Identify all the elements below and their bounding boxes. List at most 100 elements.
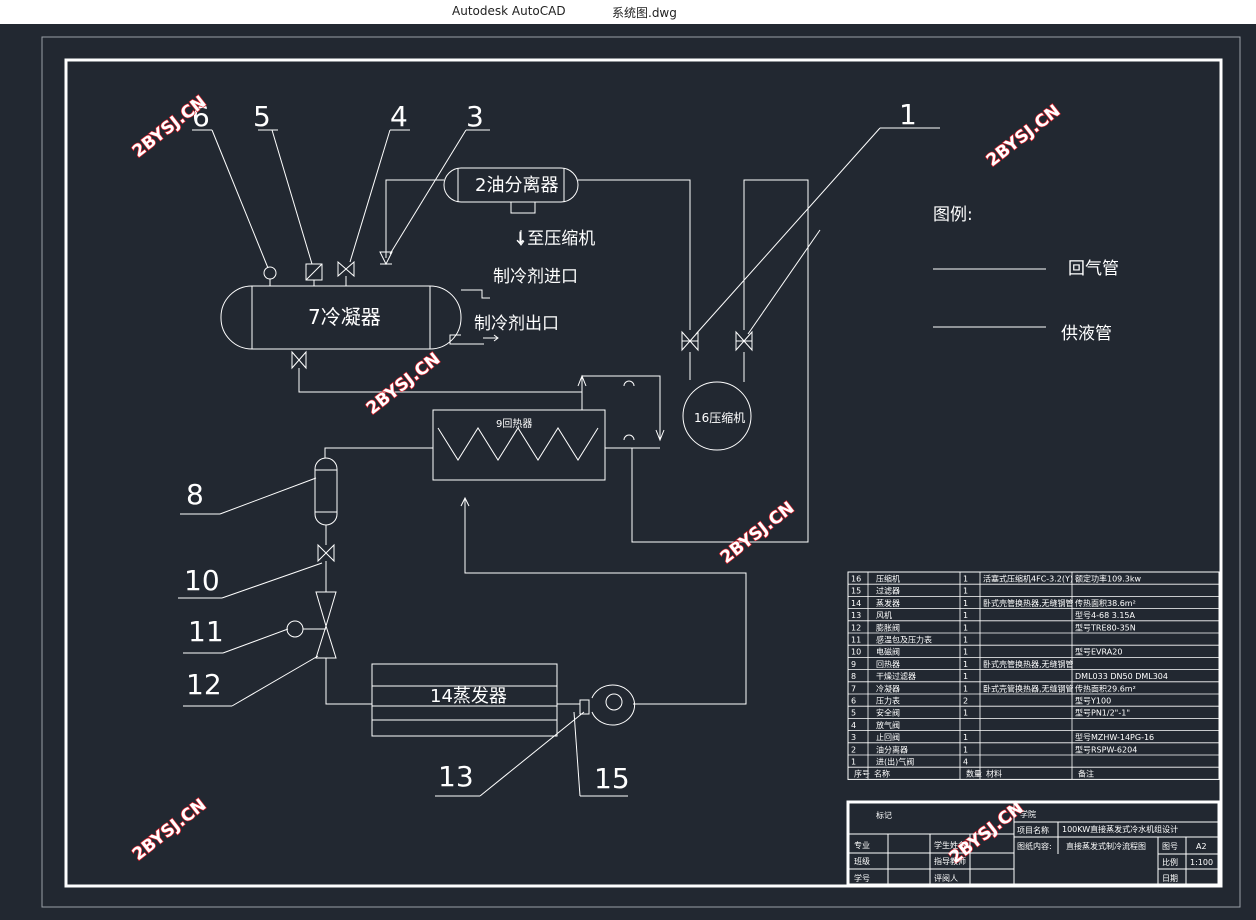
table-cell: 传热面积38.6m² (1075, 598, 1136, 608)
table-cell: 压力表 (876, 696, 900, 706)
title-block-text: 标记 (876, 810, 892, 820)
title-block-text: 班级 (854, 856, 870, 866)
table-cell: 10 (851, 648, 861, 657)
table-cell: 9 (851, 660, 856, 669)
title-block-text: 指导教师 (934, 856, 966, 866)
table-cell: 1 (963, 745, 968, 754)
table-cell: 蒸发器 (876, 598, 900, 608)
table-cell: 膨胀阀 (876, 622, 900, 632)
table-cell: 干燥过滤器 (876, 671, 916, 681)
table-cell: 7 (851, 684, 856, 693)
table-cell: 风机 (876, 610, 892, 620)
title-block-text: 专业 (854, 840, 870, 850)
table-cell: 1 (963, 684, 968, 693)
table-cell: 1 (963, 587, 968, 596)
app-name: Autodesk AutoCAD (452, 4, 566, 18)
table-cell: 1 (963, 599, 968, 608)
table-cell: 传热面积29.6m² (1075, 683, 1136, 693)
watermark: 2BYSJ.CN (717, 498, 799, 568)
table-header-cell: 材料 (986, 769, 1002, 779)
table-cell: 1 (963, 672, 968, 681)
title-block-text: 100KW直接蒸发式冷水机组设计 (1062, 824, 1178, 834)
flow-diagram (178, 127, 1046, 797)
callout-8: 8 (186, 478, 204, 511)
table-cell: 型号4-68 3.15A (1075, 611, 1136, 620)
table-cell: 1 (963, 575, 968, 584)
watermark: 2BYSJ.CN (983, 101, 1065, 171)
title-block-text: 项目名称 (1017, 825, 1049, 835)
title-block: 标记 学院项目名称 100KW直接蒸发式冷水机组设计图纸内容: 直接蒸发式制冷流程图 图… (846, 800, 1221, 887)
title-block-text: 评阅人 (934, 874, 958, 883)
title-bar: Autodesk AutoCAD 系统图.dwg (0, 0, 1256, 24)
callout-4: 4 (390, 100, 408, 133)
title-block-text: 学院 (1020, 809, 1036, 819)
regenerator-label: 9回热器 (496, 417, 532, 430)
filter-drier-8 (314, 457, 338, 526)
table-cell: 油分离器 (876, 744, 908, 754)
title-block-text: 图纸内容: (1017, 841, 1052, 851)
title-block-text: 日期 (1162, 874, 1178, 883)
evaporator-label: 14蒸发器 (430, 686, 507, 707)
title-block-text: A2 (1196, 842, 1207, 851)
expansion-valve-12 (315, 591, 337, 628)
table-cell: 1 (963, 648, 968, 657)
table-cell: 冷凝器 (876, 683, 900, 693)
table-cell: 11 (851, 636, 861, 645)
parts-list-table: 16 压缩机 1 活塞式压缩机4FC-3.2(Y) 额定功率109.3kw15 过滤器 11… (847, 571, 1220, 780)
table-cell: DML033 DN50 DML304 (1075, 672, 1168, 681)
table-cell: 压缩机 (876, 574, 900, 584)
watermark: 2BYSJ.CN (363, 349, 445, 419)
legend-liquid-supply: 供液管 (1061, 324, 1112, 344)
table-cell: 额定功率109.3kw (1075, 574, 1142, 584)
table-cell: 感温包及压力表 (876, 635, 932, 645)
compressor-label: 16压缩机 (694, 410, 745, 425)
table-cell: 15 (851, 587, 861, 596)
condenser-outlet-valve (291, 350, 307, 370)
table-cell: 安全阀 (876, 708, 900, 718)
table-cell: 止回阀 (876, 732, 900, 742)
filter-15 (579, 699, 590, 715)
condenser-label: 7冷凝器 (308, 305, 381, 329)
table-cell: 型号Y100 (1075, 697, 1111, 706)
table-cell: 型号EVRA20 (1075, 648, 1122, 657)
refrigerant-outlet-note: 制冷剂出口 (474, 314, 559, 334)
legend-title: 图例: (933, 205, 973, 225)
table-cell: 1 (963, 611, 968, 620)
table-cell: 3 (851, 733, 856, 742)
vent-valve-4 (337, 260, 355, 278)
table-cell: 型号MZHW-14PG-16 (1075, 733, 1154, 742)
table-cell: 2 (963, 697, 968, 706)
table-cell: 1 (963, 636, 968, 645)
table-cell: 4 (963, 758, 968, 767)
table-cell: 放气阀 (876, 720, 900, 730)
title-block-text: 直接蒸发式制冷流程图 (1066, 841, 1146, 851)
outer-frame (41, 36, 1241, 908)
legend-return-gas: 回气管 (1068, 259, 1119, 279)
file-tab[interactable]: 系统图.dwg (612, 4, 677, 21)
table-cell: 型号RSPW-6204 (1075, 745, 1137, 754)
callout-13: 13 (438, 760, 474, 793)
pressure-gauge-6 (263, 266, 277, 280)
title-block-text: 比例 (1162, 857, 1178, 867)
table-cell: 1 (963, 623, 968, 632)
table-cell: 1 (851, 758, 856, 767)
table-cell: 1 (963, 660, 968, 669)
title-block-text: 图号 (1162, 842, 1178, 851)
table-cell: 卧式壳管换热器,无缝钢管 (983, 683, 1074, 693)
table-cell: 回热器 (876, 659, 900, 669)
table-cell: 2 (851, 745, 856, 754)
drawing-canvas[interactable]: 1 2油分离器 3 4 5 6 8 10 11 12 13 15 7冷凝器 9回… (0, 24, 1256, 920)
table-cell: 过滤器 (876, 586, 900, 596)
callout-12: 12 (186, 668, 222, 701)
table-cell: 5 (851, 709, 856, 718)
title-block-text: 学生姓名 (934, 840, 966, 850)
to-compressor-note: ↓至压缩机 (513, 229, 595, 249)
table-cell: 16 (851, 575, 861, 584)
table-cell: 型号TRE80-35N (1075, 623, 1136, 632)
watermark: 2BYSJ.CN (129, 795, 211, 865)
table-cell: 4 (851, 721, 856, 730)
table-cell: 卧式壳管换热器,无缝钢管 (983, 598, 1074, 608)
table-header-cell: 序号 (854, 769, 870, 779)
table-cell: 活塞式压缩机4FC-3.2(Y) (983, 574, 1073, 584)
table-cell: 1 (963, 733, 968, 742)
